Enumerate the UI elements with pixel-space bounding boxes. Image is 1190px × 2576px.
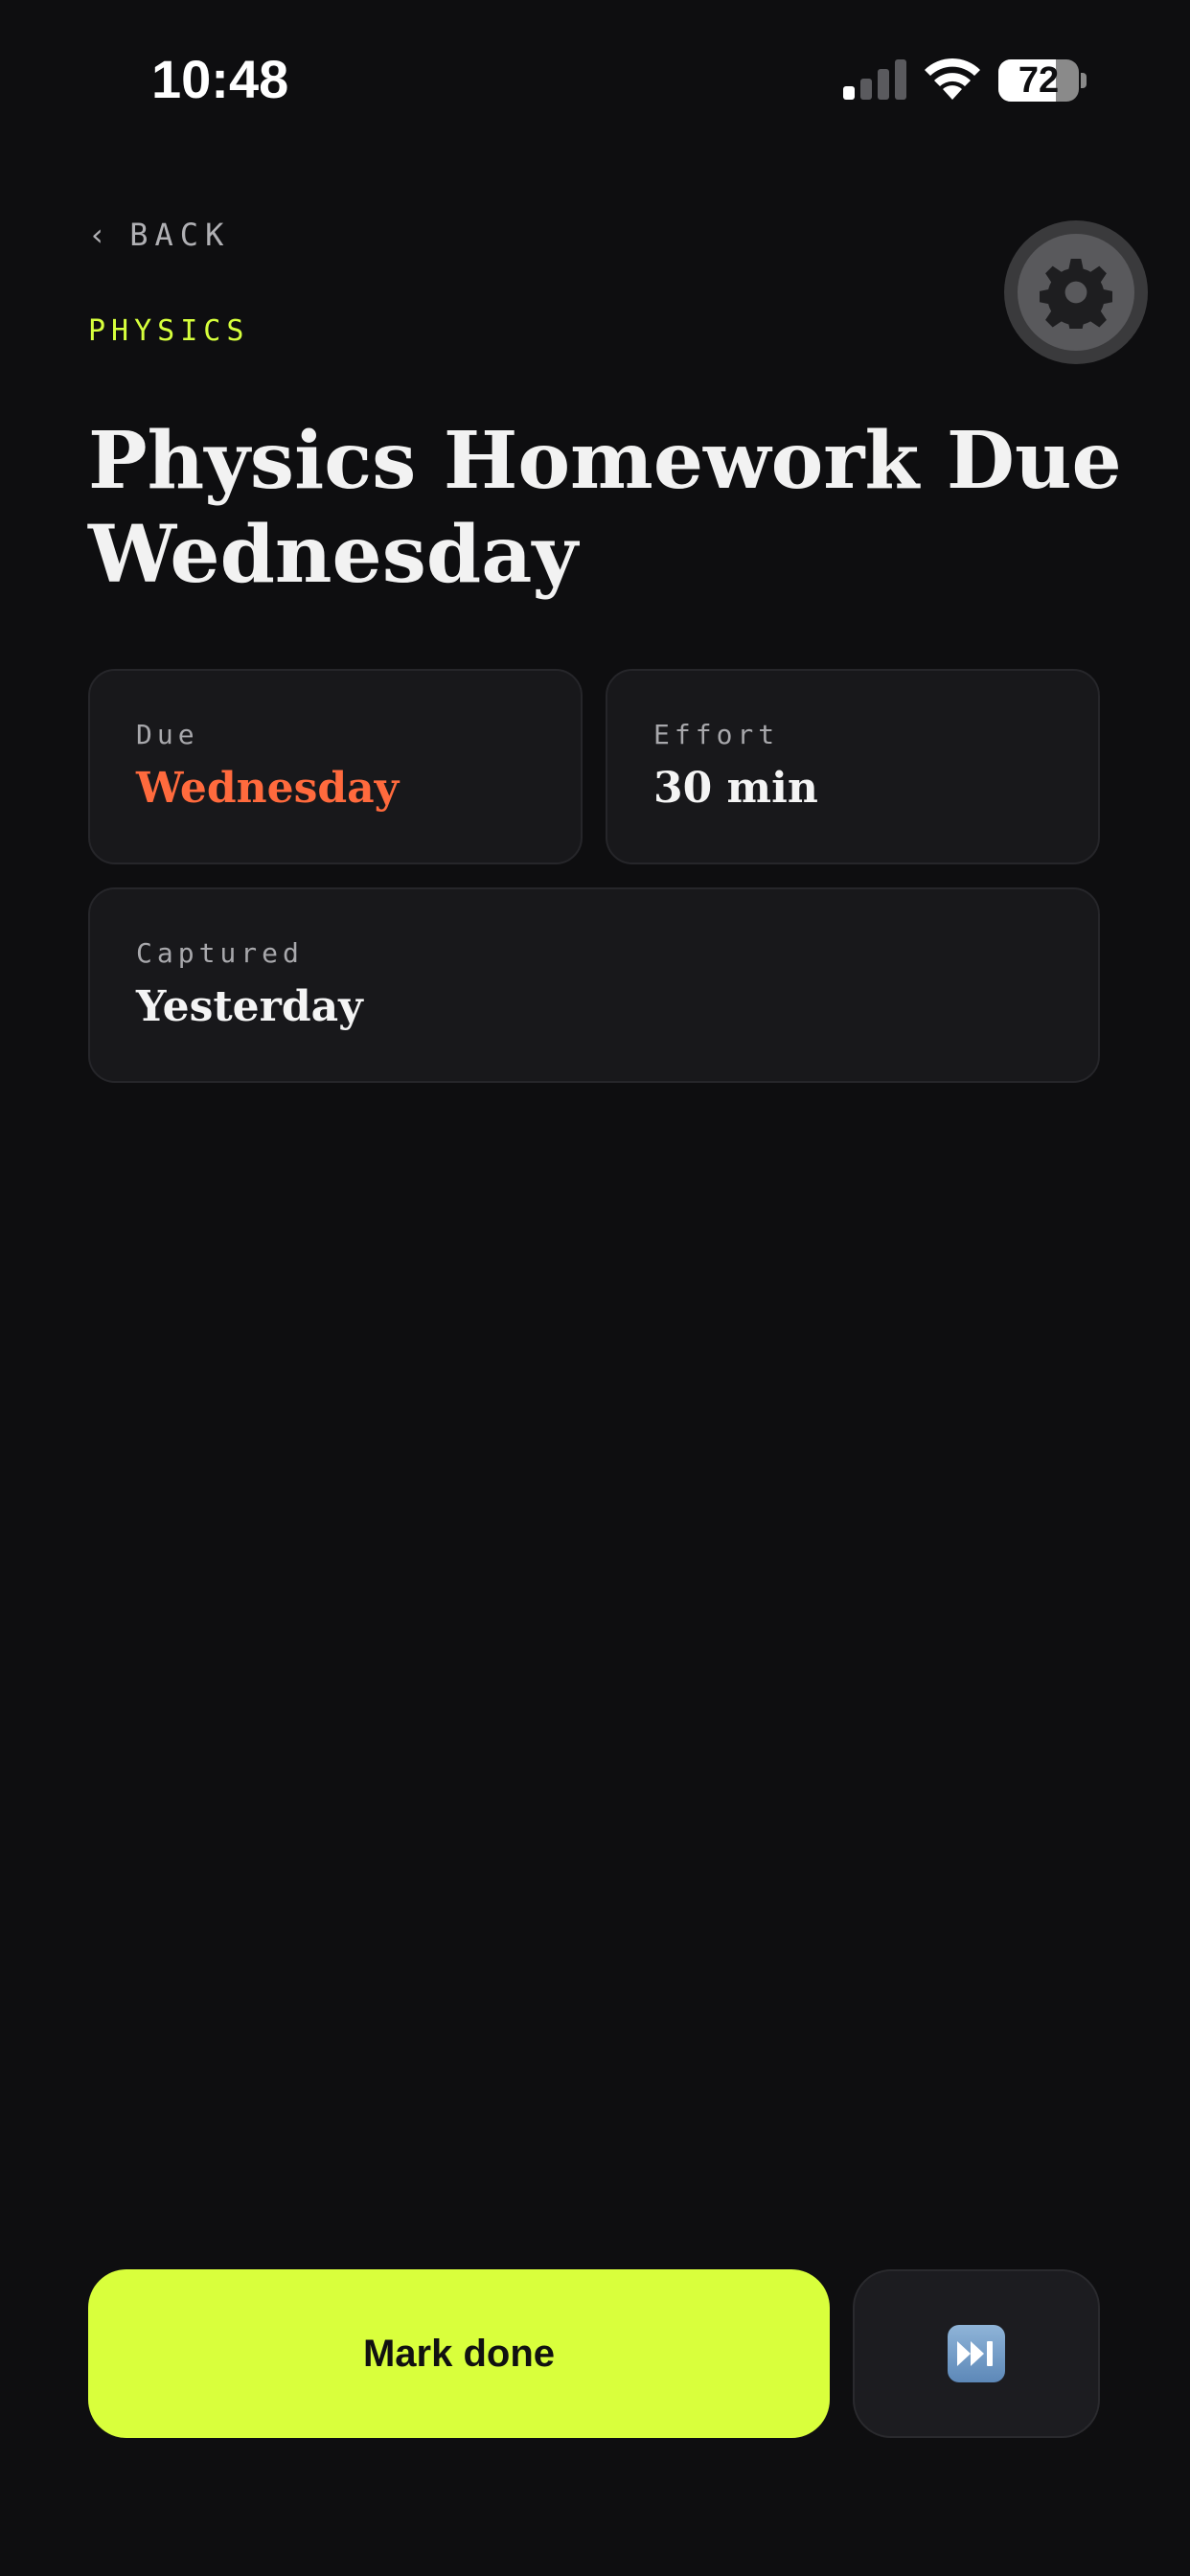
captured-value: Yesterday xyxy=(136,982,363,1031)
cellular-signal-icon xyxy=(843,59,906,100)
effort-label: Effort xyxy=(653,719,780,750)
back-button[interactable]: ‹ BACK xyxy=(88,217,230,253)
chevron-left-icon: ‹ xyxy=(88,217,107,253)
effort-value: 30 min xyxy=(653,764,818,813)
wifi-icon xyxy=(925,58,980,100)
battery-level: 72 xyxy=(1018,60,1060,101)
effort-card: Effort 30 min xyxy=(606,669,1100,864)
due-label: Due xyxy=(136,719,199,750)
status-time: 10:48 xyxy=(151,49,289,109)
due-value: Wednesday xyxy=(136,764,400,813)
fast-forward-icon xyxy=(948,2325,1005,2382)
back-label: BACK xyxy=(129,217,231,253)
battery-icon: 72 xyxy=(998,59,1087,102)
captured-card: Captured Yesterday xyxy=(88,887,1100,1083)
captured-label: Captured xyxy=(136,937,304,969)
category-label: PHYSICS xyxy=(88,314,250,348)
due-card: Due Wednesday xyxy=(88,669,583,864)
skip-button[interactable] xyxy=(853,2269,1100,2438)
settings-button[interactable] xyxy=(1004,220,1148,364)
mark-done-button[interactable]: Mark done xyxy=(88,2269,830,2438)
gear-icon xyxy=(1040,259,1112,329)
page-title: Physics Homework Due Wednesday xyxy=(88,415,1122,601)
